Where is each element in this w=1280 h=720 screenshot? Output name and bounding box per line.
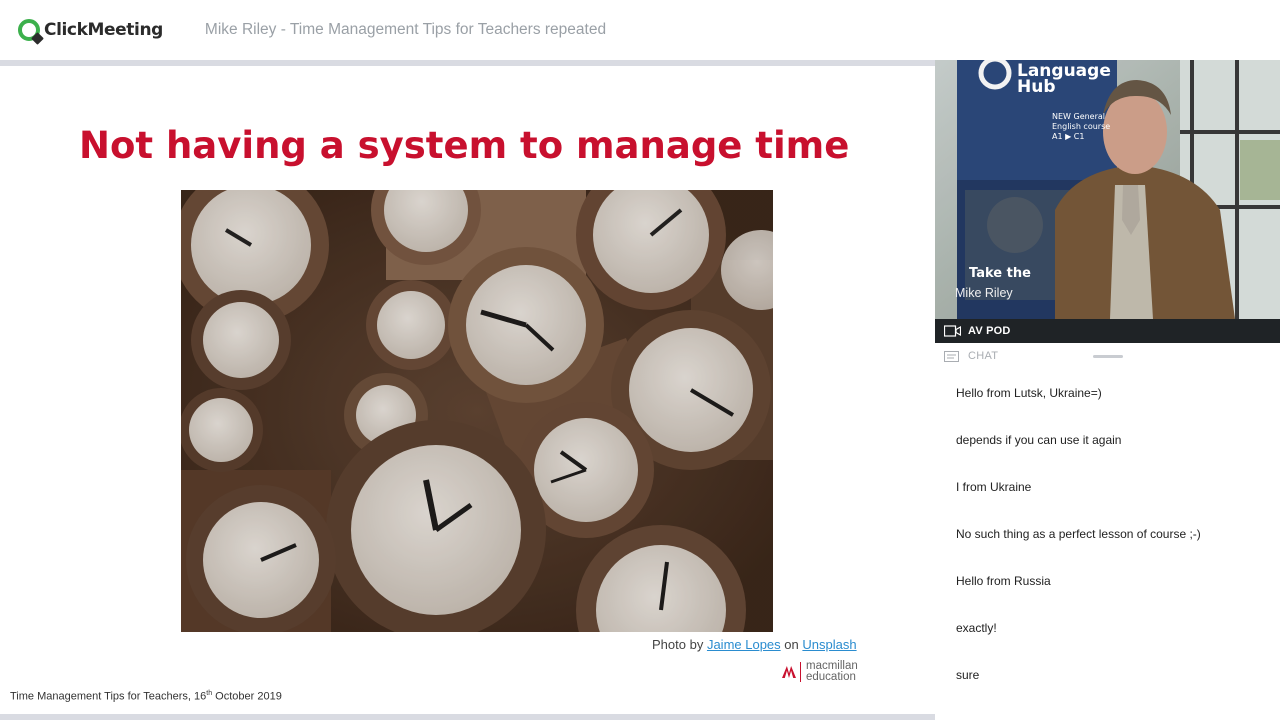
brand-line2: education (806, 671, 856, 683)
poster-small-line2: English course (1052, 122, 1110, 131)
meeting-title: Mike Riley - Time Management Tips for Te… (204, 21, 607, 38)
av-pod-label: AV POD (968, 325, 1011, 337)
top-bar: ClickMeeting Mike Riley - Time Managemen… (0, 0, 1280, 60)
photo-credit: Photo by Jaime Lopes on Unsplash (652, 637, 857, 652)
footer-text-after: October 2019 (212, 690, 282, 703)
chat-message: exactly! (956, 621, 997, 635)
poster-title-line2: Hub (1017, 77, 1056, 97)
poster-tagline: Take the (969, 266, 1031, 281)
chat-message: Hello from Russia (956, 574, 1051, 588)
presenter-name: Mike Riley (955, 286, 1013, 300)
photo-credit-on: on (784, 637, 799, 652)
chat-label: CHAT (968, 350, 999, 362)
chat-message: sure (956, 668, 980, 682)
clocks-photo-illustration (181, 190, 773, 632)
presentation-slide: Not having a system to manage time Photo… (0, 60, 935, 720)
chat-header[interactable]: CHAT (935, 343, 1280, 369)
footer-text-before: Time Management Tips for Teachers, 16 (10, 690, 207, 703)
chat-message: depends if you can use it again (956, 433, 1122, 447)
chat-icon (944, 350, 959, 362)
clickmeeting-logo: ClickMeeting (18, 19, 163, 41)
presenter-video-illustration: Language Hub NEW General English course … (935, 60, 1280, 319)
presenter-video[interactable]: Language Hub NEW General English course … (935, 60, 1280, 319)
logo-text: ClickMeeting (44, 20, 163, 40)
slide-top-divider (0, 60, 935, 66)
clickmeeting-logo-icon (18, 19, 40, 41)
photo-credit-prefix: Photo by (652, 637, 704, 652)
unsplash-link[interactable]: Unsplash (802, 637, 856, 652)
slide-heading: Not having a system to manage time (79, 124, 850, 167)
slide-bottom-divider (0, 714, 935, 720)
chat-message: I from Ukraine (956, 480, 1032, 494)
chat-message: No such thing as a perfect lesson of cou… (956, 527, 1201, 541)
poster-small-line3: A1 ▶ C1 (1052, 132, 1084, 141)
slide-footer: Time Management Tips for Teachers, 16th … (10, 690, 282, 703)
macmillan-logo-text: macmillan education (806, 660, 858, 683)
av-pod-bar[interactable]: AV POD (935, 319, 1280, 343)
logo-separator (800, 662, 801, 682)
macmillan-logo-icon (782, 666, 796, 678)
photo-author-link[interactable]: Jaime Lopes (707, 637, 781, 652)
chat-resize-handle[interactable] (1093, 355, 1123, 358)
chat-message: Hello from Lutsk, Ukraine=) (956, 386, 1102, 400)
right-panel: Language Hub NEW General English course … (935, 60, 1280, 720)
macmillan-education-logo: macmillan education (782, 660, 858, 683)
poster-small-line1: NEW General (1052, 112, 1105, 121)
chat-message-list: Hello from Lutsk, Ukraine=) depends if y… (956, 386, 1256, 715)
video-camera-icon (944, 325, 961, 337)
clocks-photo (181, 190, 773, 632)
